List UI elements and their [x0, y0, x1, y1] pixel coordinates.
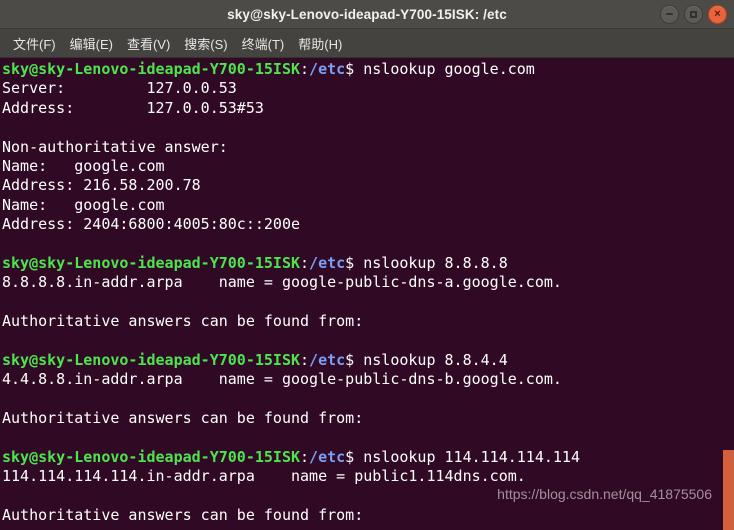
terminal-output-line: Name: google.com	[2, 195, 165, 214]
menu-bar: 文件(F) 编辑(E) 查看(V) 搜索(S) 终端(T) 帮助(H)	[0, 29, 734, 58]
prompt-path: /etc	[309, 447, 346, 466]
terminal-output-line: Name: google.com	[2, 156, 165, 175]
terminal-prompt-line: sky@sky-Lenovo-ideapad-Y700-15ISK:/etc$ …	[2, 60, 734, 79]
terminal-prompt-line: sky@sky-Lenovo-ideapad-Y700-15ISK:/etc$ …	[2, 351, 734, 370]
prompt-path: /etc	[309, 60, 346, 78]
terminal-output-line: 4.4.8.8.in-addr.arpa name = google-publi…	[2, 370, 562, 389]
terminal-output-line: Address: 127.0.0.53#53	[2, 98, 264, 117]
minimize-button[interactable]	[660, 4, 679, 24]
prompt-path: /etc	[309, 350, 346, 369]
menu-item-terminal[interactable]: 终端(T)	[235, 31, 292, 56]
terminal-output-line: 8.8.8.8.in-addr.arpa name = google-publi…	[2, 273, 562, 292]
terminal-output-line: Authoritative answers can be found from:	[2, 312, 364, 331]
prompt-user-host: sky@sky-Lenovo-ideapad-Y700-15ISK	[2, 60, 301, 78]
minimize-icon	[666, 13, 673, 15]
menu-item-view[interactable]: 查看(V)	[120, 31, 177, 56]
terminal-command: nslookup 8.8.4.4	[354, 350, 508, 369]
terminal-command: nslookup 8.8.8.8	[354, 253, 508, 272]
prompt-path: /etc	[309, 253, 346, 272]
prompt-separator: :	[300, 253, 310, 272]
prompt-user-host: sky@sky-Lenovo-ideapad-Y700-15ISK	[2, 350, 301, 369]
prompt-user-host: sky@sky-Lenovo-ideapad-Y700-15ISK	[2, 447, 301, 466]
terminal-output-line: Server: 127.0.0.53	[2, 79, 237, 98]
scrollbar-track[interactable]	[723, 58, 734, 530]
maximize-button[interactable]	[684, 4, 703, 24]
prompt-separator: :	[300, 447, 310, 466]
terminal-output-line: Address: 2404:6800:4005:80c::200e	[2, 215, 301, 234]
prompt-sigil: $	[345, 253, 355, 272]
prompt-user-host: sky@sky-Lenovo-ideapad-Y700-15ISK	[2, 253, 301, 272]
terminal-prompt-line: sky@sky-Lenovo-ideapad-Y700-15ISK:/etc$ …	[2, 448, 734, 467]
menu-item-file[interactable]: 文件(F)	[6, 31, 63, 56]
terminal-output-line: 114.114.114.114.in-addr.arpa name = publ…	[2, 467, 526, 486]
terminal-command: nslookup 114.114.114.114	[354, 447, 580, 466]
terminal-screen[interactable]: sky@sky-Lenovo-ideapad-Y700-15ISK:/etc$ …	[0, 58, 734, 530]
terminal-command: nslookup google.com	[354, 60, 535, 78]
prompt-separator: :	[300, 60, 310, 78]
terminal-output-line: Authoritative answers can be found from:	[2, 409, 364, 428]
prompt-sigil: $	[345, 60, 355, 78]
prompt-separator: :	[300, 350, 310, 369]
prompt-sigil: $	[345, 447, 355, 466]
window-title: sky@sky-Lenovo-ideapad-Y700-15ISK: /etc	[227, 6, 507, 22]
window-controls: ×	[660, 0, 727, 28]
menu-item-search[interactable]: 搜索(S)	[177, 31, 234, 56]
terminal-output-line: Address: 216.58.200.78	[2, 176, 201, 195]
prompt-sigil: $	[345, 350, 355, 369]
terminal-window: sky@sky-Lenovo-ideapad-Y700-15ISK: /etc …	[0, 0, 734, 530]
close-button[interactable]: ×	[708, 4, 727, 24]
close-icon: ×	[714, 7, 721, 20]
terminal-prompt-line: sky@sky-Lenovo-ideapad-Y700-15ISK:/etc$ …	[2, 254, 734, 273]
scrollbar-thumb[interactable]	[723, 450, 734, 530]
maximize-icon	[690, 10, 697, 18]
terminal-output-line: Authoritative answers can be found from:	[2, 505, 364, 524]
terminal-output-line: Non-authoritative answer:	[2, 137, 228, 156]
menu-item-edit[interactable]: 编辑(E)	[63, 31, 120, 56]
terminal-output: sky@sky-Lenovo-ideapad-Y700-15ISK:/etc$ …	[1, 59, 734, 530]
menu-item-help[interactable]: 帮助(H)	[291, 31, 349, 56]
title-bar[interactable]: sky@sky-Lenovo-ideapad-Y700-15ISK: /etc …	[0, 0, 734, 29]
